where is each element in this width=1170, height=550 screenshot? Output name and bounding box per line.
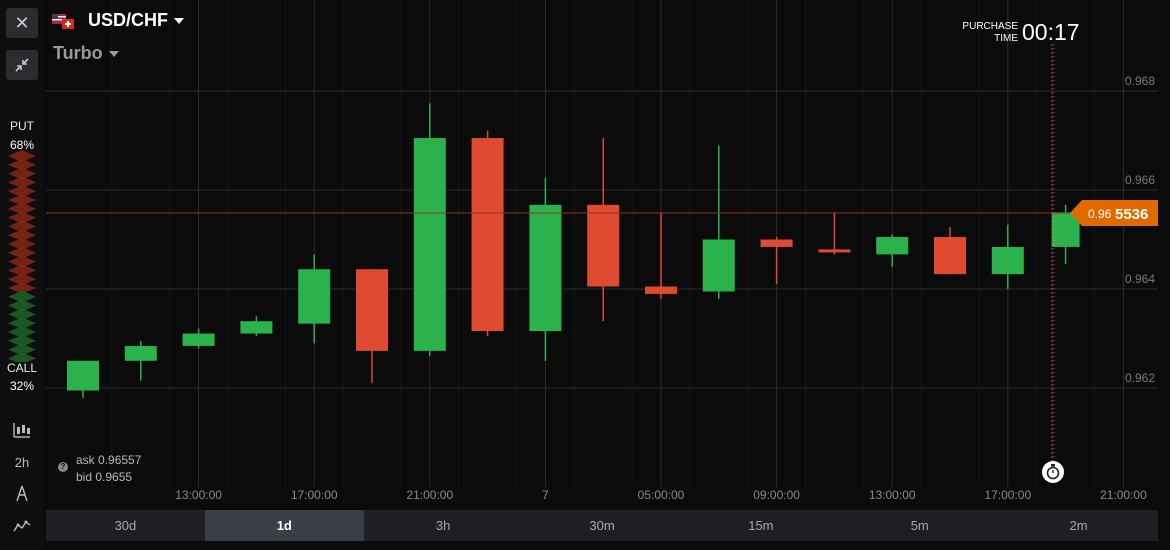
chevron-down-icon xyxy=(108,50,119,57)
y-axis-tick-label: 0.962 xyxy=(1125,371,1155,385)
usd-chf-flag-icon xyxy=(52,13,76,29)
x-axis-tick-label: 21:00:00 xyxy=(1100,488,1147,502)
candle-down xyxy=(356,269,388,351)
bid-label: bid xyxy=(76,470,93,484)
candle-up xyxy=(529,204,562,332)
stopwatch-crown xyxy=(1051,464,1055,467)
candle-down xyxy=(645,286,677,294)
x-axis-tick-label: 7 xyxy=(542,488,549,502)
y-axis-tick-label: 0.968 xyxy=(1125,74,1155,88)
ask-value: 0.96557 xyxy=(98,453,142,467)
help-icon[interactable]: ? xyxy=(58,462,68,472)
purchase-time: PURCHASE TIME 00:17 xyxy=(960,19,1080,46)
asset-selector[interactable]: USD/CHF xyxy=(52,10,184,31)
candle-up xyxy=(876,237,909,255)
candle-down xyxy=(760,239,793,247)
purchase-time-label: PURCHASE TIME xyxy=(962,20,1018,44)
quote-info: ? ask 0.96557 bid 0.9655 xyxy=(58,452,141,486)
price-tag-prefix: 0.96 xyxy=(1088,207,1112,221)
candle-up xyxy=(991,246,1024,275)
candle-up xyxy=(298,269,331,324)
timeframe-1d[interactable]: 1d xyxy=(204,510,364,541)
candle-down xyxy=(818,249,851,253)
x-axis-tick-label: 21:00:00 xyxy=(406,488,453,502)
bid-value: 0.9655 xyxy=(95,470,133,484)
current-price-tag: 0.96 5536 xyxy=(1070,199,1158,226)
stopwatch-icon xyxy=(1042,461,1064,483)
x-axis-tick-label: 17:00:00 xyxy=(291,488,338,502)
candle-up xyxy=(240,321,273,334)
ask-label: ask xyxy=(76,453,95,467)
timeframe-5m[interactable]: 5m xyxy=(840,510,999,541)
indicator-button[interactable] xyxy=(8,513,36,539)
x-axis-tick-label: 09:00:00 xyxy=(753,488,800,502)
y-axis-tick-label: 0.966 xyxy=(1125,173,1155,187)
x-axis-tick-label: 05:00:00 xyxy=(638,488,685,502)
candle-up xyxy=(702,239,735,292)
candle-up xyxy=(413,138,446,351)
x-axis-tick-label: 13:00:00 xyxy=(869,488,916,502)
candle-up xyxy=(67,360,99,391)
purchase-time-value: 00:17 xyxy=(1022,19,1080,45)
timeframe-3h[interactable]: 3h xyxy=(364,510,523,541)
price-tag-main: 5536 xyxy=(1115,206,1148,223)
option-type-label: Turbo xyxy=(53,43,103,63)
option-type-selector[interactable]: Turbo xyxy=(53,43,119,64)
candle-down xyxy=(587,204,620,287)
price-chart[interactable]: 13:00:00 17:00:00 21:00:00 7 05:00:00 09:00:0… xyxy=(0,0,1170,510)
candle-up xyxy=(124,345,157,361)
chevron-down-icon xyxy=(174,17,184,24)
y-axis-tick-label: 0.964 xyxy=(1125,272,1155,286)
timeframe-30d[interactable]: 30d xyxy=(46,510,205,541)
x-axis-tick-label: 17:00:00 xyxy=(984,488,1031,502)
timeframe-bar: 30d 1d 3h 30m 15m 5m 2m xyxy=(46,510,1158,541)
indicator-icon xyxy=(13,520,31,532)
timeframe-15m[interactable]: 15m xyxy=(681,510,840,541)
x-axis-tick-label: 13:00:00 xyxy=(175,488,222,502)
timeframe-2m[interactable]: 2m xyxy=(999,510,1158,541)
asset-name: USD/CHF xyxy=(88,10,168,30)
candle-down xyxy=(934,237,966,275)
candle-up xyxy=(182,333,215,346)
candle-down xyxy=(471,138,504,332)
timeframe-30m[interactable]: 30m xyxy=(523,510,682,541)
